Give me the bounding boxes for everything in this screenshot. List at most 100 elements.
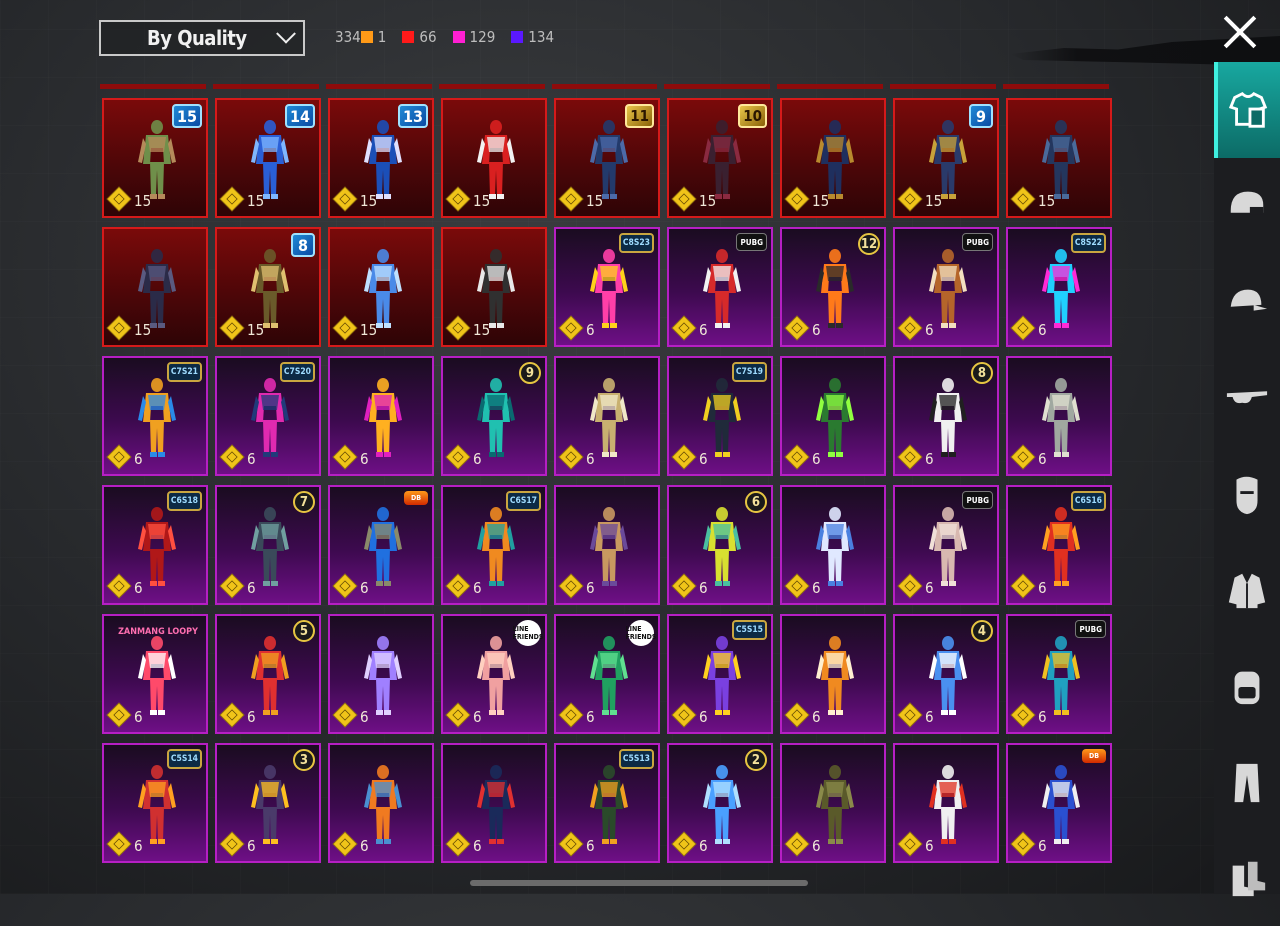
coin-icon bbox=[1010, 315, 1036, 341]
outfit-card[interactable]: PUBG 6 bbox=[893, 485, 999, 605]
item-badge: 12 bbox=[858, 233, 880, 255]
outfit-card[interactable]: 15 bbox=[441, 227, 547, 347]
pants-tab[interactable] bbox=[1214, 734, 1280, 830]
outfit-card[interactable]: 6 bbox=[1006, 356, 1112, 476]
item-price: 6 bbox=[812, 708, 821, 726]
outfit-card[interactable]: 96 bbox=[441, 356, 547, 476]
outfit-card[interactable]: 6 bbox=[554, 356, 660, 476]
outfit-card[interactable]: C7S19 6 bbox=[667, 356, 773, 476]
outfit-card[interactable]: C6S18 6 bbox=[102, 485, 208, 605]
coin-icon bbox=[106, 315, 132, 341]
outfit-card[interactable]: 15 bbox=[102, 227, 208, 347]
outfit-card[interactable]: C7S20 6 bbox=[215, 356, 321, 476]
item-badge: 13 bbox=[397, 104, 428, 128]
outfit-card[interactable]: C5S13 6 bbox=[554, 743, 660, 863]
item-badge: LINE FRIENDS bbox=[626, 620, 656, 646]
item-price: 15 bbox=[134, 192, 152, 210]
outfit-card[interactable]: 8 15 bbox=[215, 227, 321, 347]
outfit-blue-wings-icon bbox=[251, 120, 289, 199]
outfit-card[interactable]: C5S14 6 bbox=[102, 743, 208, 863]
outfit-card[interactable]: 46 bbox=[893, 614, 999, 734]
sort-dropdown[interactable]: By Quality bbox=[99, 20, 305, 56]
outfit-card[interactable]: 15 15 bbox=[102, 98, 208, 218]
outfit-card[interactable]: C5S15 6 bbox=[667, 614, 773, 734]
coin-icon bbox=[558, 702, 584, 728]
backpack-tab[interactable] bbox=[1214, 638, 1280, 734]
outfit-card[interactable]: 6 bbox=[328, 356, 434, 476]
outfit-card[interactable]: 14 15 bbox=[215, 98, 321, 218]
outfit-card[interactable]: 26 bbox=[667, 743, 773, 863]
cap-tab[interactable] bbox=[1214, 254, 1280, 350]
outfit-card[interactable]: 15 bbox=[441, 98, 547, 218]
outfit-card[interactable]: 66 bbox=[667, 485, 773, 605]
coin-icon bbox=[671, 573, 697, 599]
coin-icon bbox=[671, 702, 697, 728]
item-price: 6 bbox=[360, 579, 369, 597]
outfit-card[interactable]: C6S17 6 bbox=[441, 485, 547, 605]
outfit-frills-icon bbox=[816, 507, 854, 586]
outfit-card[interactable]: LINE FRIENDS 6 bbox=[554, 614, 660, 734]
outfit-card[interactable]: 6 bbox=[780, 743, 886, 863]
item-price: 6 bbox=[134, 579, 143, 597]
outfit-card[interactable]: C6S16 6 bbox=[1006, 485, 1112, 605]
outfit-flame-icon bbox=[1042, 507, 1080, 586]
outfit-card[interactable]: 6 bbox=[780, 614, 886, 734]
outfit-dark-hood-icon bbox=[590, 120, 628, 199]
outfit-card[interactable]: 6 bbox=[441, 743, 547, 863]
horizontal-scrollbar[interactable] bbox=[470, 880, 808, 886]
outfit-card[interactable]: C8S22 6 bbox=[1006, 227, 1112, 347]
outfit-card[interactable]: 10 15 bbox=[667, 98, 773, 218]
coin-icon bbox=[332, 831, 358, 857]
coin-icon bbox=[897, 702, 923, 728]
item-price: 15 bbox=[586, 192, 604, 210]
outfit-card[interactable]: DB 6 bbox=[328, 485, 434, 605]
outfit-lavender-dress-icon bbox=[364, 636, 402, 715]
outfit-card[interactable]: PUBG 6 bbox=[1006, 614, 1112, 734]
outfit-card[interactable]: PUBG 6 bbox=[893, 227, 999, 347]
outfit-card[interactable]: 36 bbox=[215, 743, 321, 863]
outfit-card[interactable]: 15 bbox=[780, 98, 886, 218]
count-purple: 134 bbox=[511, 28, 554, 46]
outfit-card[interactable]: C8S23 6 bbox=[554, 227, 660, 347]
coin-icon bbox=[897, 444, 923, 470]
outfit-card[interactable]: PUBG 6 bbox=[667, 227, 773, 347]
outfit-card[interactable]: 13 15 bbox=[328, 98, 434, 218]
outfit-card[interactable]: ZANMANG LOOPY 6 bbox=[102, 614, 208, 734]
eyewear-tab[interactable] bbox=[1214, 350, 1280, 446]
outfit-card[interactable]: DB 6 bbox=[1006, 743, 1112, 863]
outfit-card[interactable]: 6 bbox=[893, 743, 999, 863]
cap-tab-icon bbox=[1230, 289, 1268, 311]
coin-icon bbox=[1010, 573, 1036, 599]
outfit-halloween-icon bbox=[816, 249, 854, 328]
outfit-card[interactable]: 56 bbox=[215, 614, 321, 734]
close-icon[interactable] bbox=[1222, 14, 1258, 50]
outfit-card[interactable]: 6 bbox=[328, 614, 434, 734]
outfit-card[interactable]: LINE FRIENDS 6 bbox=[441, 614, 547, 734]
shoes-tab[interactable] bbox=[1214, 830, 1280, 926]
outfit-tab[interactable] bbox=[1214, 62, 1280, 158]
outfit-stripes-icon bbox=[477, 249, 515, 328]
category-sidebar bbox=[1214, 62, 1280, 897]
outfit-card[interactable]: C7S21 6 bbox=[102, 356, 208, 476]
outfit-card[interactable]: 76 bbox=[215, 485, 321, 605]
coin-icon bbox=[219, 444, 245, 470]
outfit-card[interactable]: 6 bbox=[780, 356, 886, 476]
outfit-card[interactable]: 11 15 bbox=[554, 98, 660, 218]
outfit-card[interactable]: 12 6 bbox=[780, 227, 886, 347]
pink-swatch bbox=[452, 31, 465, 43]
coin-icon bbox=[219, 831, 245, 857]
headwear-tab[interactable] bbox=[1214, 158, 1280, 254]
outfit-card[interactable]: 9 15 bbox=[893, 98, 999, 218]
outfit-card[interactable]: 15 bbox=[1006, 98, 1112, 218]
outfit-card[interactable]: 6 bbox=[554, 485, 660, 605]
outfit-card[interactable]: 15 bbox=[328, 227, 434, 347]
jacket-tab[interactable] bbox=[1214, 542, 1280, 638]
outfit-card[interactable]: 86 bbox=[893, 356, 999, 476]
outfit-card[interactable]: 6 bbox=[780, 485, 886, 605]
mask-tab[interactable] bbox=[1214, 446, 1280, 542]
outfit-card[interactable]: 6 bbox=[328, 743, 434, 863]
item-badge: 8 bbox=[291, 233, 315, 257]
inventory-grid-viewport[interactable]: 15 15 14 15 13 15 15 11 15 10 15 15 9 15… bbox=[100, 84, 1116, 864]
item-badge: ZANMANG LOOPY bbox=[118, 627, 198, 637]
coin-icon bbox=[897, 831, 923, 857]
